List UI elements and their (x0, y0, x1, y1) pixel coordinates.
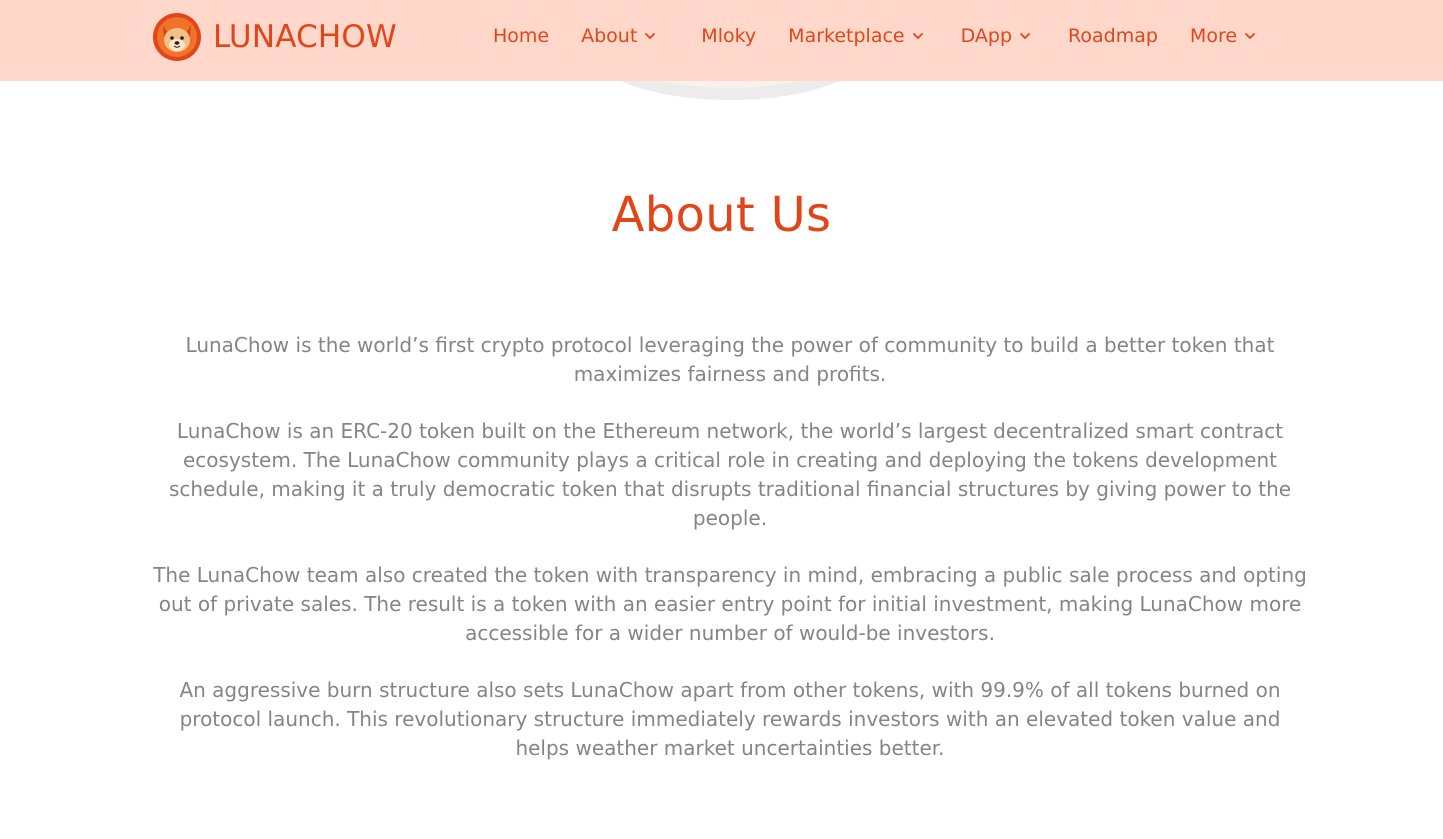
about-paragraph: LunaChow is the world’s first crypto pro… (185, 333, 1275, 386)
nav-item-label: Marketplace (788, 25, 905, 47)
nav-item-label: DApp (960, 25, 1013, 47)
nav-item-mloky[interactable]: Mloky (701, 22, 756, 50)
nav-item-label: About (581, 25, 638, 47)
shiba-dog-face-icon (153, 13, 201, 61)
nav-item-label: Roadmap (1068, 25, 1158, 47)
nav-item-marketplace[interactable]: Marketplace (788, 22, 924, 50)
chevron-down-icon (645, 33, 656, 39)
page: LUNACHOW Home About Mloky Marketplace DA… (0, 0, 1443, 839)
about-paragraph: The LunaChow team also created the token… (153, 563, 1307, 645)
nav-item-label: More (1189, 25, 1238, 47)
nav-item-label: Home (493, 25, 550, 47)
brand-name: LUNACHOW (213, 19, 397, 55)
nav-item-home[interactable]: Home (493, 22, 549, 50)
chevron-down-icon (912, 33, 923, 39)
section-title: About Us (611, 187, 832, 243)
about-paragraph: An aggressive burn structure also sets L… (179, 678, 1281, 760)
site-header: LUNACHOW Home About Mloky Marketplace DA… (0, 0, 1443, 81)
nav-item-more[interactable]: More (1190, 22, 1257, 50)
nav-item-about[interactable]: About (581, 22, 657, 50)
nav-item-dapp[interactable]: DApp (961, 22, 1032, 50)
main-nav: Home About Mloky Marketplace DApp Roadma… (493, 22, 1257, 50)
nav-item-roadmap[interactable]: Roadmap (1068, 22, 1158, 50)
about-paragraph: LunaChow is an ERC-20 token built on the… (168, 419, 1292, 530)
chevron-down-icon (1020, 33, 1030, 39)
about-content: LunaChow is the world’s first crypto pro… (150, 331, 1310, 791)
nav-item-label: Mloky (701, 25, 757, 47)
chevron-down-icon (1245, 33, 1255, 39)
brand-logo-link[interactable]: LUNACHOW (153, 13, 397, 61)
